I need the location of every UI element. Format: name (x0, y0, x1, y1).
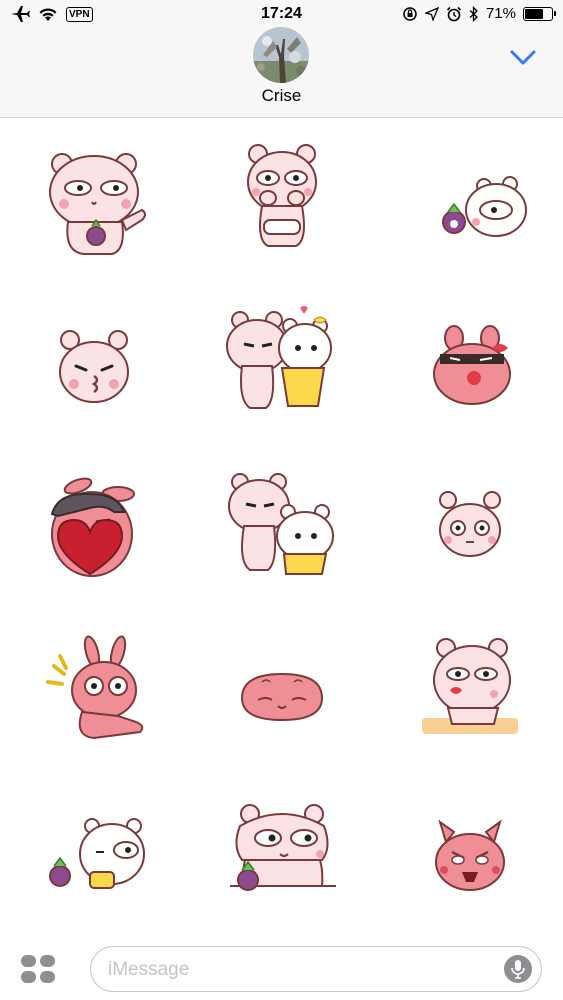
sticker-sleepy-pink-blob[interactable] (188, 610, 375, 774)
sticker-bear-hands-on-cheeks[interactable] (188, 118, 375, 282)
message-input[interactable]: iMessage (90, 946, 542, 992)
sticker-surprised-bear-face[interactable] (376, 446, 563, 610)
microphone-icon[interactable] (504, 955, 532, 983)
sticker-shocked-pink-bunny[interactable] (0, 610, 187, 774)
battery-icon (523, 6, 556, 21)
battery-percent: 71% (485, 5, 516, 22)
sticker-bear-hugging-bunny[interactable] (188, 446, 375, 610)
sticker-bear-kissing-face[interactable] (0, 282, 187, 446)
location-icon (424, 6, 439, 21)
sticker-bear-blowing-kiss[interactable] (376, 610, 563, 774)
battery-level (525, 8, 543, 19)
sticker-bear-and-bunny-hug[interactable] (188, 282, 375, 446)
sticker-bear-peeking[interactable] (188, 774, 375, 938)
app-drawer-icon[interactable] (20, 954, 56, 984)
status-right: 71% (402, 5, 556, 22)
sticker-grid (0, 118, 563, 938)
sticker-bunny-with-heart[interactable] (0, 446, 187, 610)
conversation-header: Crise (0, 27, 563, 118)
sticker-bear-holding-mangosteen[interactable] (0, 118, 187, 282)
sticker-bunny-eating[interactable] (0, 774, 187, 938)
orientation-lock-icon (403, 6, 417, 21)
sticker-angry-shouting-bunny[interactable] (376, 774, 563, 938)
contact-avatar[interactable] (253, 27, 309, 83)
contact-name[interactable]: Crise (0, 86, 563, 106)
status-bar: VPN 17:24 71% (0, 0, 563, 30)
message-composer: iMessage (0, 938, 563, 1000)
sticker-angry-blob-bunny[interactable] (376, 282, 563, 446)
sticker-white-bunny-with-mangosteen[interactable] (376, 118, 563, 282)
chevron-down-icon[interactable] (509, 47, 537, 67)
alarm-icon (446, 6, 462, 21)
bluetooth-icon (469, 5, 478, 22)
message-placeholder: iMessage (108, 959, 190, 980)
